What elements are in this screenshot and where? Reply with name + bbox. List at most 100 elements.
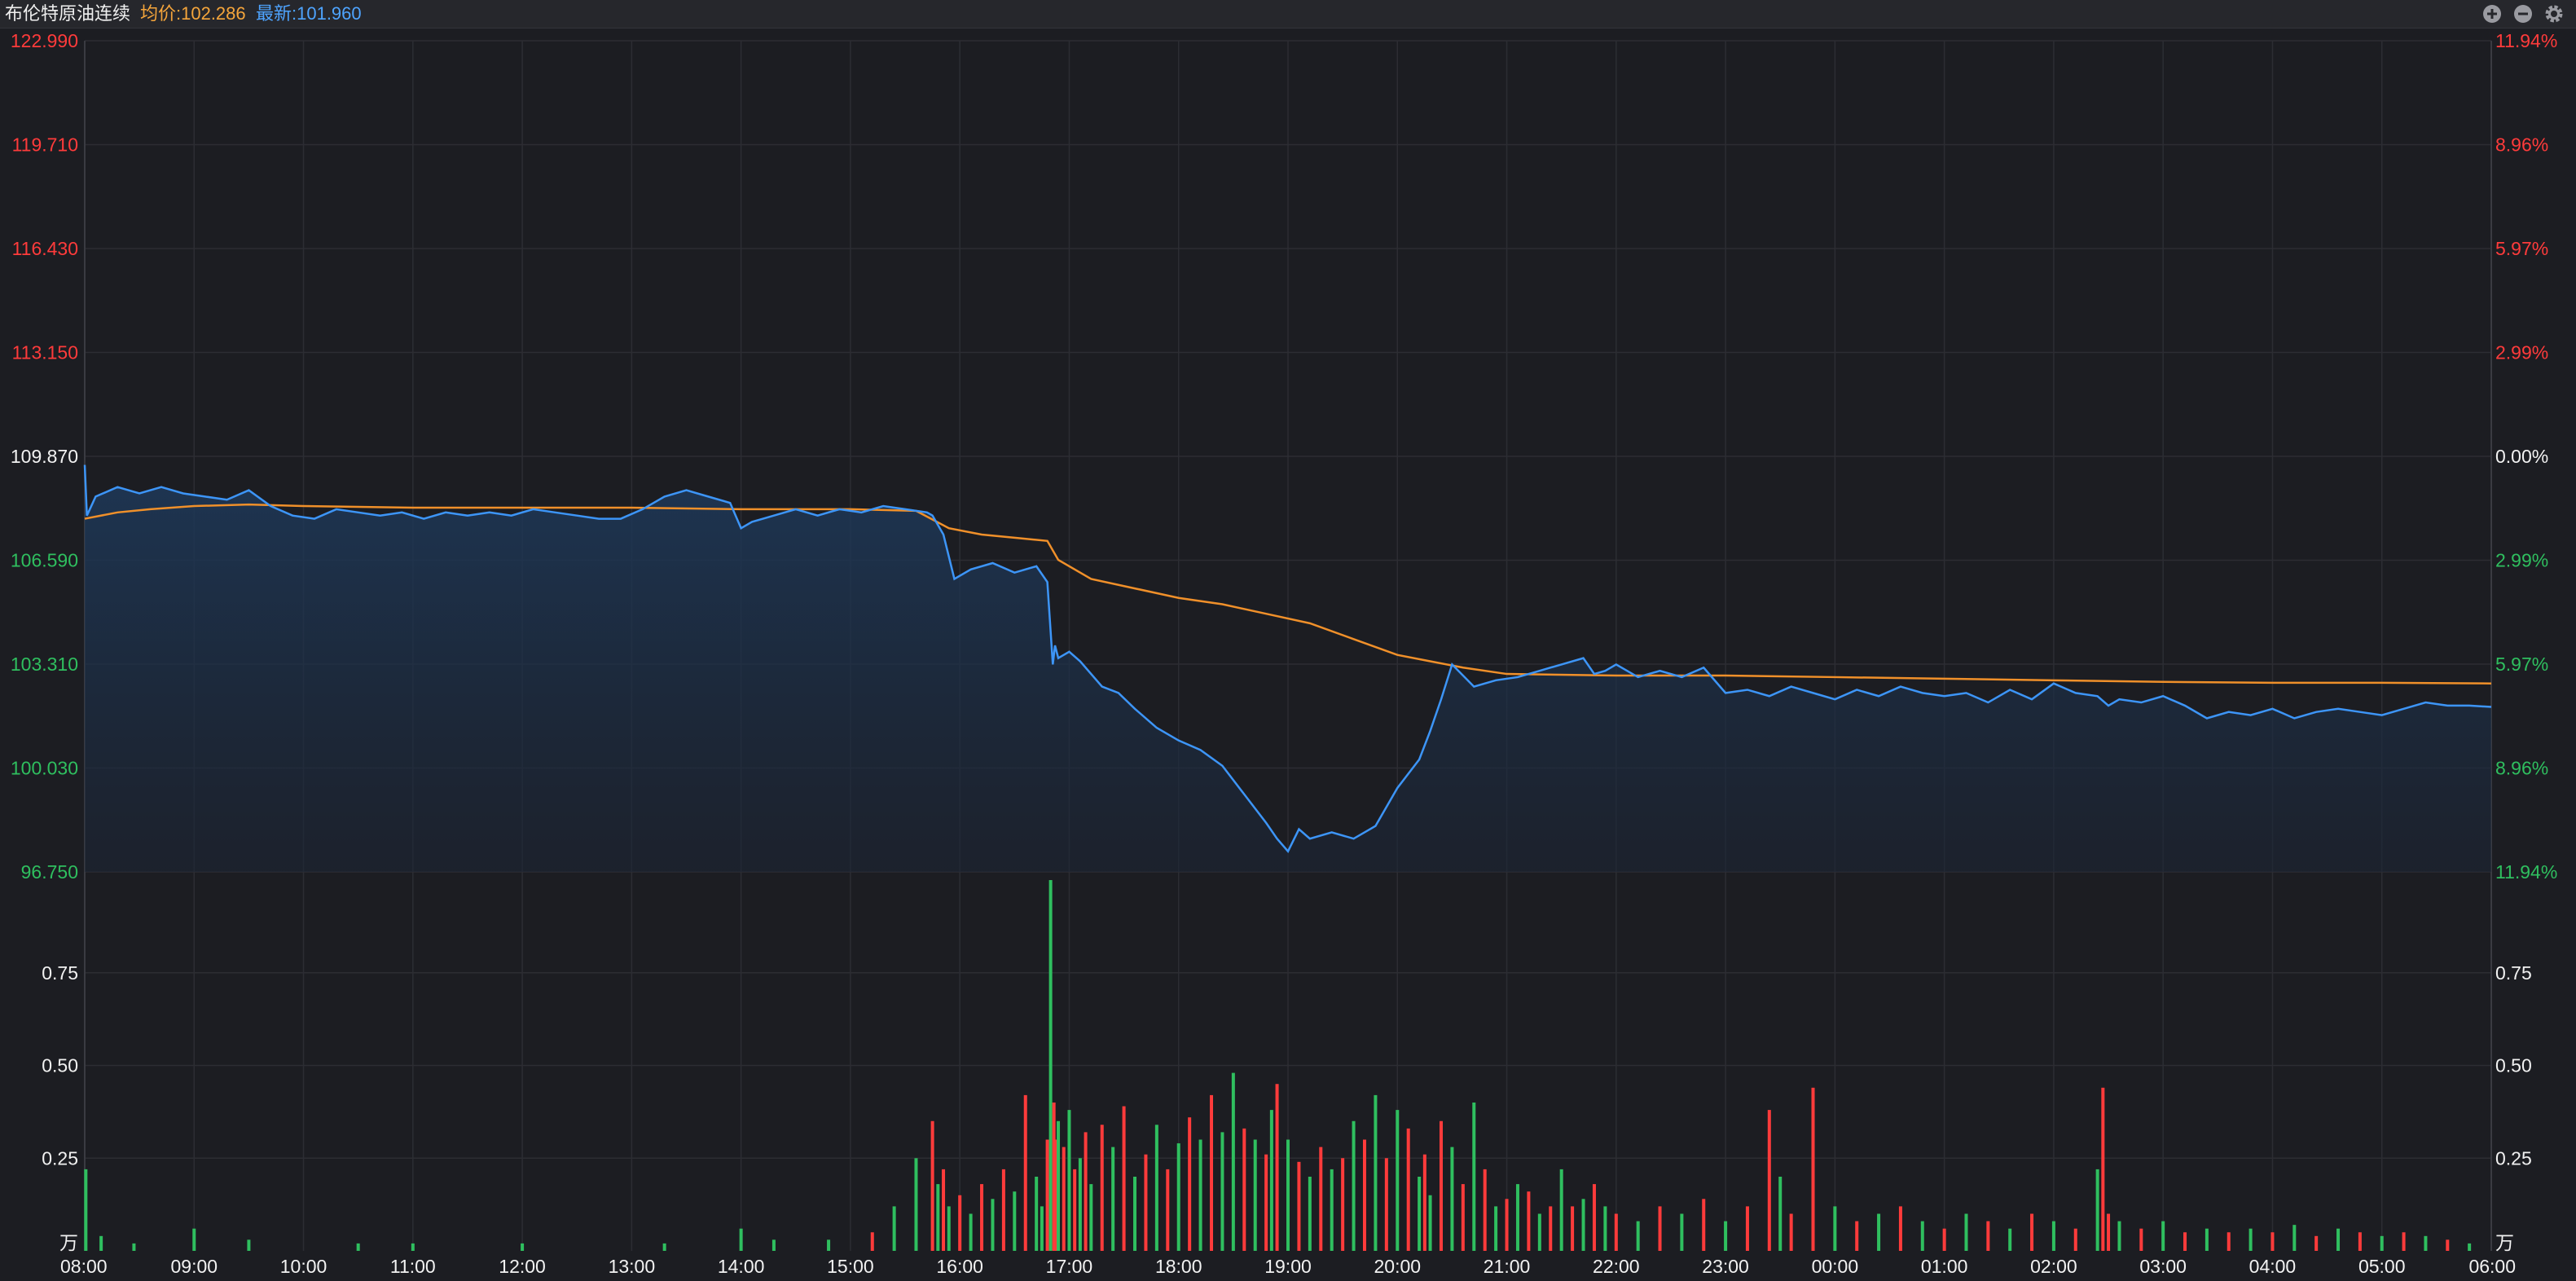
- percent-tick-label: 5.97%: [2495, 238, 2548, 259]
- volume-bar: [1023, 1094, 1027, 1251]
- percent-tick-label: 11.94%: [2495, 861, 2557, 883]
- volume-bar: [1494, 1206, 1498, 1251]
- volume-tick-label: 0.75: [2495, 962, 2532, 984]
- volume-bar: [1396, 1110, 1400, 1251]
- volume-bar: [1537, 1213, 1541, 1251]
- volume-bar: [1384, 1158, 1388, 1251]
- volume-bar: [1089, 1184, 1093, 1251]
- volume-bar: [892, 1206, 896, 1251]
- volume-bar: [1275, 1084, 1279, 1251]
- volume-bar: [1472, 1103, 1476, 1251]
- volume-bar: [2227, 1232, 2231, 1251]
- percent-tick-label: 2.99%: [2495, 342, 2548, 363]
- volume-bar: [1084, 1132, 1088, 1251]
- time-tick-label: 06:00: [2468, 1256, 2516, 1277]
- volume-bar: [1428, 1195, 1432, 1251]
- volume-unit-label: 万: [59, 1232, 78, 1253]
- volume-bar: [1045, 1139, 1049, 1251]
- volume-bar: [2446, 1239, 2450, 1251]
- volume-bar: [1855, 1221, 1859, 1251]
- volume-bar: [1297, 1161, 1301, 1251]
- time-tick-label: 18:00: [1155, 1256, 1202, 1277]
- time-tick-label: 23:00: [1702, 1256, 1749, 1277]
- volume-bar: [1745, 1206, 1749, 1251]
- volume-bar: [2139, 1228, 2143, 1251]
- time-tick-label: 21:00: [1484, 1256, 1531, 1277]
- volume-bar: [1549, 1206, 1553, 1251]
- volume-bar: [1188, 1117, 1192, 1251]
- volume-bar: [1122, 1106, 1126, 1251]
- volume-bar: [1374, 1094, 1378, 1251]
- volume-bar: [1789, 1213, 1793, 1251]
- volume-bar: [1724, 1221, 1728, 1251]
- volume-bar: [1040, 1206, 1044, 1251]
- volume-bar: [2380, 1235, 2384, 1251]
- volume-bar: [1352, 1120, 1356, 1251]
- volume-bar: [1198, 1139, 1202, 1251]
- volume-bar: [1073, 1169, 1077, 1251]
- volume-bar: [99, 1235, 103, 1251]
- price-tick-label: 106.590: [11, 550, 78, 571]
- time-tick-label: 16:00: [936, 1256, 983, 1277]
- volume-bar: [1406, 1128, 1410, 1251]
- volume-bar: [1603, 1206, 1607, 1251]
- percent-tick-label: 8.96%: [2495, 134, 2548, 156]
- time-tick-label: 15:00: [827, 1256, 874, 1277]
- volume-bar: [1210, 1094, 1214, 1251]
- price-tick-label: 113.150: [12, 342, 78, 363]
- volume-bar: [827, 1239, 831, 1251]
- volume-bar: [771, 1239, 776, 1251]
- volume-bar: [1702, 1199, 1706, 1251]
- volume-bar: [247, 1239, 251, 1251]
- time-tick-label: 20:00: [1374, 1256, 1421, 1277]
- volume-bar: [1450, 1147, 1454, 1251]
- volume-bar: [1067, 1110, 1071, 1251]
- volume-bar: [2336, 1228, 2341, 1251]
- volume-bar: [2402, 1232, 2406, 1251]
- volume-bar: [1942, 1228, 1946, 1251]
- volume-tick-label: 0.75: [42, 962, 78, 984]
- volume-bar: [2424, 1235, 2428, 1251]
- volume-bar: [1269, 1110, 1273, 1251]
- volume-bar: [356, 1243, 360, 1251]
- volume-bar: [1231, 1072, 1235, 1251]
- volume-bar: [1636, 1221, 1640, 1251]
- volume-bar: [1986, 1221, 1990, 1251]
- volume-bar: [739, 1228, 743, 1251]
- volume-bar: [870, 1232, 874, 1251]
- volume-bar: [1964, 1213, 1968, 1251]
- volume-bar: [2101, 1087, 2105, 1251]
- volume-bar: [2292, 1225, 2297, 1251]
- time-tick-label: 10:00: [280, 1256, 327, 1277]
- volume-bar: [1658, 1206, 1662, 1251]
- volume-bar: [1811, 1087, 1815, 1251]
- volume-bar: [1571, 1206, 1575, 1251]
- volume-bar: [2314, 1235, 2319, 1251]
- volume-bar: [1100, 1125, 1104, 1251]
- volume-bar: [2095, 1169, 2099, 1251]
- volume-bar: [1057, 1120, 1061, 1251]
- volume-bar: [1001, 1169, 1005, 1251]
- volume-unit-label: 万: [2495, 1232, 2514, 1253]
- volume-bar: [2117, 1221, 2121, 1251]
- volume-bar: [2183, 1232, 2187, 1251]
- time-tick-label: 09:00: [170, 1256, 218, 1277]
- volume-bar: [2008, 1228, 2012, 1251]
- volume-bar: [936, 1184, 940, 1251]
- volume-bar: [1614, 1213, 1618, 1251]
- time-tick-label: 22:00: [1593, 1256, 1640, 1277]
- volume-bar: [1877, 1213, 1881, 1251]
- price-tick-label: 122.990: [11, 30, 78, 51]
- volume-bar: [1422, 1154, 1426, 1251]
- volume-bar: [1154, 1125, 1158, 1251]
- chart-canvas: 122.990 119.710 116.430 113.150 109.870 106.5…: [11, 30, 2557, 1277]
- volume-bar: [1898, 1206, 1902, 1251]
- time-tick-label: 11:00: [390, 1256, 436, 1277]
- volume-bar: [1461, 1184, 1465, 1251]
- volume-bar: [1111, 1147, 1115, 1251]
- time-tick-label: 12:00: [499, 1256, 546, 1277]
- price-tick-label: 96.750: [21, 861, 78, 883]
- volume-bar: [192, 1228, 196, 1251]
- volume-bar: [1253, 1139, 1257, 1251]
- volume-bar: [947, 1206, 951, 1251]
